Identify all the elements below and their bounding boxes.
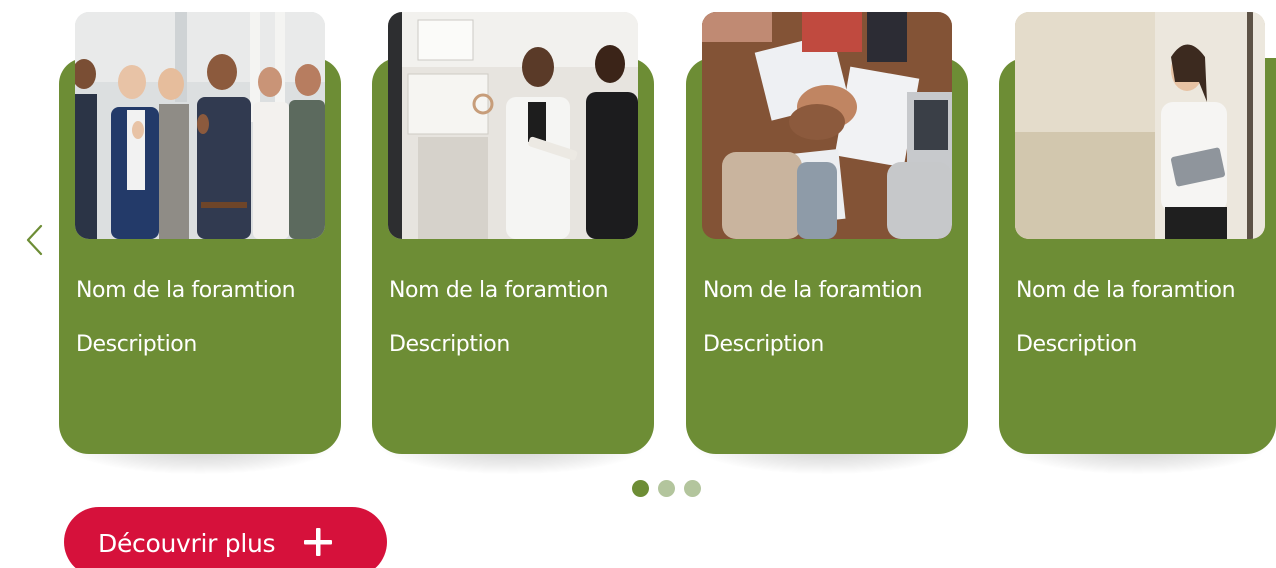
hands-together-photo (702, 12, 952, 239)
formation-card[interactable]: Nom de la foramtion Description (372, 12, 654, 482)
pagination-dot-active[interactable] (632, 480, 649, 497)
discover-more-label: Découvrir plus (98, 528, 276, 558)
team-thumbs-up-photo (75, 12, 325, 239)
office-meeting-photo (388, 12, 638, 239)
pagination-dot[interactable] (684, 480, 701, 497)
card-description: Description (389, 332, 510, 357)
card-title: Nom de la foramtion (703, 278, 923, 303)
formation-card[interactable]: Nom de la foramtion Description (59, 12, 341, 482)
discover-more-button[interactable]: Découvrir plus (64, 507, 387, 568)
formations-carousel-section: Nom de la foramtion Description Nom de l… (0, 0, 1276, 568)
card-title: Nom de la foramtion (1016, 278, 1236, 303)
carousel-pagination (632, 480, 701, 498)
woman-tablet-photo (1015, 12, 1265, 239)
card-description: Description (1016, 332, 1137, 357)
formation-card[interactable]: Nom de la foramtion Description (686, 12, 968, 482)
chevron-left-icon[interactable] (22, 220, 48, 260)
card-title: Nom de la foramtion (389, 278, 609, 303)
formation-card[interactable]: Nom de la foramtion Description (999, 12, 1276, 482)
pagination-dot[interactable] (658, 480, 675, 497)
card-title: Nom de la foramtion (76, 278, 296, 303)
plus-icon (304, 528, 333, 556)
card-description: Description (76, 332, 197, 357)
card-description: Description (703, 332, 824, 357)
